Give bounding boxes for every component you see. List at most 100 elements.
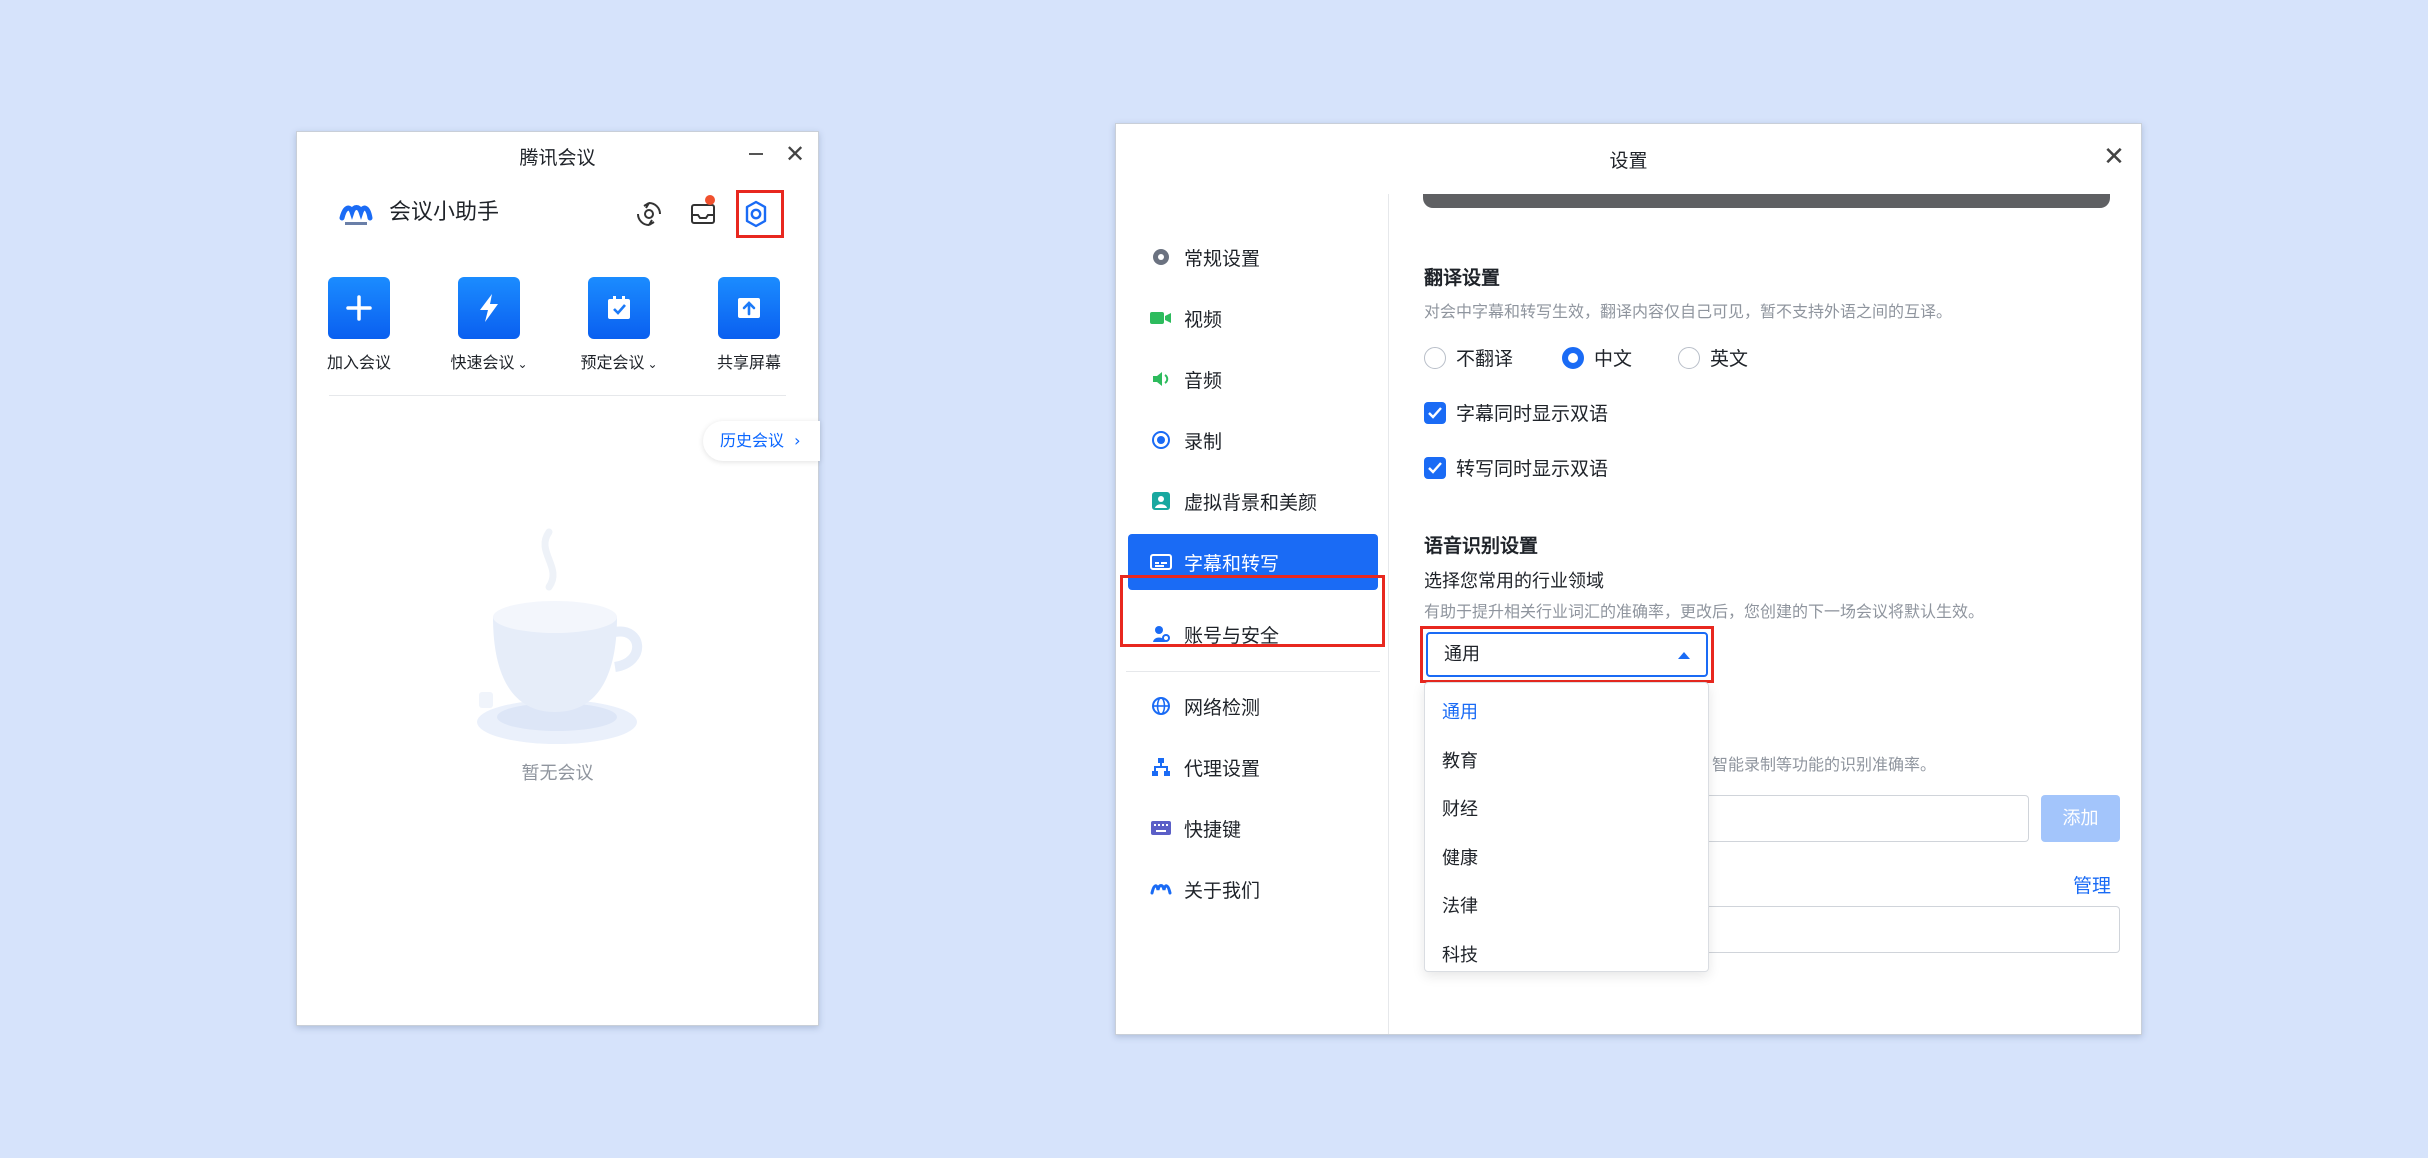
share-screen-icon bbox=[718, 277, 780, 339]
chevron-right-icon: › bbox=[794, 431, 801, 450]
subtitle-icon bbox=[1150, 551, 1172, 573]
keyboard-icon bbox=[1150, 817, 1172, 839]
industry-description: 有助于提升相关行业词汇的准确率，更改后，您创建的下一场会议将默认生效。 bbox=[1424, 602, 1985, 621]
nav-label: 快捷键 bbox=[1184, 818, 1242, 841]
nav-network-check[interactable]: 网络检测 bbox=[1128, 678, 1378, 734]
radio-no-translate[interactable]: 不翻译 bbox=[1424, 344, 1513, 371]
lightning-icon bbox=[458, 277, 520, 339]
nav-label: 代理设置 bbox=[1184, 757, 1261, 780]
checkbox-label: 转写同时显示双语 bbox=[1456, 458, 1609, 480]
app-logo bbox=[339, 205, 373, 225]
logo-icon bbox=[1150, 878, 1172, 900]
main-window: 腾讯会议 ✕ 会议小助手 加入会议 快速会议 ⌄ 预定会议 ⌄ 共享屏幕 历史会… bbox=[296, 131, 820, 1026]
close-button[interactable]: ✕ bbox=[2099, 142, 2129, 172]
nav-label: 账号与安全 bbox=[1184, 624, 1280, 647]
preview-strip bbox=[1423, 194, 2110, 208]
settings-sidebar: 常规设置 视频 音频 录制 虚拟背景和美颜 字幕和转写 账号与安全 网络检测 代… bbox=[1116, 194, 1389, 1034]
nav-label: 虚拟背景和美颜 bbox=[1184, 491, 1318, 514]
radio-chinese[interactable]: 中文 bbox=[1562, 344, 1632, 371]
dropdown-option[interactable]: 科技 bbox=[1425, 932, 1708, 981]
hotword-input[interactable] bbox=[1670, 795, 2029, 842]
hotword-list bbox=[1670, 906, 2120, 953]
dropdown-option[interactable]: 法律 bbox=[1425, 883, 1708, 932]
record-icon bbox=[1150, 429, 1172, 451]
radio-label: 中文 bbox=[1594, 348, 1633, 370]
radio-label: 英文 bbox=[1710, 348, 1749, 370]
inbox-icon[interactable] bbox=[687, 198, 719, 230]
join-meeting-label: 加入会议 bbox=[326, 353, 391, 372]
settings-window: 设置 ✕ 常规设置 视频 音频 录制 虚拟背景和美颜 字幕和转写 账号与安全 网… bbox=[1115, 123, 2142, 1035]
checkmark-icon bbox=[1424, 456, 1446, 479]
checkbox-label: 字幕同时显示双语 bbox=[1456, 403, 1609, 425]
checkbox-bilingual-subtitles[interactable]: 字幕同时显示双语 bbox=[1424, 399, 1608, 426]
schedule-meeting-button[interactable]: 预定会议 ⌄ bbox=[574, 277, 664, 373]
hotword-description: 智能录制等功能的识别准确率。 bbox=[1712, 755, 1937, 774]
nav-record[interactable]: 录制 bbox=[1128, 412, 1378, 468]
nav-separator bbox=[1126, 671, 1380, 672]
notification-badge bbox=[705, 195, 715, 205]
radio-circle bbox=[1678, 346, 1700, 369]
nav-label: 视频 bbox=[1184, 308, 1223, 331]
proxy-icon bbox=[1150, 756, 1172, 778]
dropdown-option[interactable]: 财经 bbox=[1425, 786, 1708, 835]
dropdown-option[interactable]: 健康 bbox=[1425, 835, 1708, 884]
settings-content: 翻译设置 对会中字幕和转写生效，翻译内容仅自己可见，暂不支持外语之间的互译。 不… bbox=[1390, 194, 2141, 1034]
minimize-button[interactable] bbox=[749, 153, 763, 155]
close-button[interactable]: ✕ bbox=[782, 141, 808, 167]
chevron-down-icon[interactable]: ⌄ bbox=[647, 357, 657, 371]
dropdown-option[interactable]: 通用 bbox=[1425, 689, 1708, 738]
empty-state-text: 暂无会议 bbox=[521, 763, 594, 784]
empty-cup-illustration bbox=[477, 528, 643, 744]
account-security-icon bbox=[1150, 623, 1172, 645]
settings-highlight bbox=[736, 190, 784, 238]
nav-account-security[interactable]: 账号与安全 bbox=[1128, 606, 1378, 662]
share-screen-button[interactable]: 共享屏幕 bbox=[704, 277, 794, 373]
select-highlight bbox=[1420, 626, 1714, 683]
manage-link[interactable]: 管理 bbox=[2073, 871, 2111, 898]
industry-label: 选择您常用的行业领域 bbox=[1424, 571, 1604, 592]
nav-label: 字幕和转写 bbox=[1184, 552, 1280, 575]
nav-audio[interactable]: 音频 bbox=[1128, 351, 1378, 407]
divider bbox=[329, 395, 786, 396]
globe-icon bbox=[1150, 695, 1172, 717]
translation-section-title: 翻译设置 bbox=[1424, 267, 1501, 289]
dropdown-option[interactable]: 教育 bbox=[1425, 738, 1708, 787]
plus-icon bbox=[328, 277, 390, 339]
speech-section-title: 语音识别设置 bbox=[1424, 535, 1539, 557]
checkmark-icon bbox=[1424, 401, 1446, 424]
nav-label: 常规设置 bbox=[1184, 247, 1261, 270]
radio-english[interactable]: 英文 bbox=[1678, 344, 1748, 371]
nav-virtual-background[interactable]: 虚拟背景和美颜 bbox=[1128, 473, 1378, 529]
join-meeting-button[interactable]: 加入会议 bbox=[314, 277, 404, 373]
history-meetings-button[interactable]: 历史会议 › bbox=[703, 421, 820, 461]
calendar-icon bbox=[588, 277, 650, 339]
add-button[interactable]: 添加 bbox=[2041, 795, 2120, 842]
nav-shortcuts[interactable]: 快捷键 bbox=[1128, 800, 1378, 856]
nav-general[interactable]: 常规设置 bbox=[1128, 229, 1378, 285]
radio-label: 不翻译 bbox=[1456, 348, 1514, 370]
radio-circle bbox=[1424, 346, 1446, 369]
nav-proxy[interactable]: 代理设置 bbox=[1128, 739, 1378, 795]
window-title: 腾讯会议 bbox=[519, 147, 596, 169]
sync-icon[interactable] bbox=[633, 198, 665, 230]
nav-video[interactable]: 视频 bbox=[1128, 290, 1378, 346]
nav-about[interactable]: 关于我们 bbox=[1128, 861, 1378, 917]
translation-description: 对会中字幕和转写生效，翻译内容仅自己可见，暂不支持外语之间的互译。 bbox=[1424, 302, 1953, 321]
quick-meeting-button[interactable]: 快速会议 ⌄ bbox=[444, 277, 534, 373]
nav-label: 网络检测 bbox=[1184, 696, 1261, 719]
app-name: 会议小助手 bbox=[389, 200, 500, 225]
nav-label: 录制 bbox=[1184, 430, 1223, 453]
speaker-icon bbox=[1150, 368, 1172, 390]
gear-icon bbox=[1150, 246, 1172, 268]
radio-circle-selected bbox=[1562, 346, 1584, 369]
checkbox-bilingual-transcription[interactable]: 转写同时显示双语 bbox=[1424, 454, 1608, 481]
chevron-down-icon[interactable]: ⌄ bbox=[517, 357, 527, 371]
industry-dropdown: 通用 教育 财经 健康 法律 科技 bbox=[1424, 682, 1709, 972]
portrait-icon bbox=[1150, 490, 1172, 512]
quick-meeting-label: 快速会议 bbox=[450, 353, 515, 372]
history-meetings-label: 历史会议 bbox=[720, 431, 785, 450]
schedule-meeting-label: 预定会议 bbox=[580, 353, 645, 372]
settings-title: 设置 bbox=[1609, 150, 1648, 172]
share-screen-label: 共享屏幕 bbox=[716, 353, 781, 372]
nav-label: 音频 bbox=[1184, 369, 1223, 392]
